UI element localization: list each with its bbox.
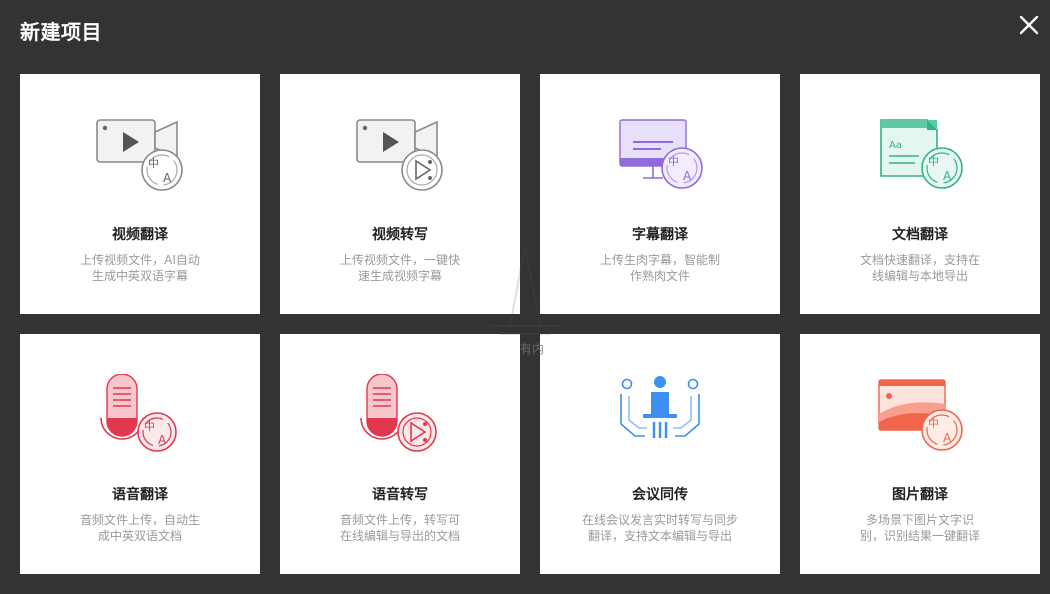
card-video-transcribe[interactable]: 视频转写 上传视频文件，一键快 速生成视频字幕 [280,74,520,314]
card-description: 在线会议发言实时转写与同步 翻译，支持文本编辑与导出 [570,512,750,544]
close-icon[interactable] [1016,12,1042,38]
card-title: 视频转写 [372,227,428,243]
svg-text:A: A [158,433,167,447]
card-title: 会议同传 [632,487,688,503]
desc-line-1: 多场景下图片文字识 [865,513,974,527]
desc-line-1: 音频文件上传，自动生 [79,513,200,527]
card-description: 音频文件上传，自动生 成中英双语文档 [70,512,210,544]
meeting-interpret-icon [620,376,700,438]
image-translate-icon: 中 A [878,379,963,451]
desc-line-2: 线编辑与本地导出 [871,269,968,283]
card-audio-translate[interactable]: 中 A 语音翻译 音频文件上传，自动生 成中英双语文档 [20,334,260,574]
video-transcribe-icon [356,119,443,191]
svg-text:中: 中 [928,417,939,430]
dialog-title: 新建项目 [20,20,102,44]
desc-line-1: 在线会议发言实时转写与同步 [581,513,738,527]
card-description: 音频文件上传，转写可 在线编辑与导出的文档 [330,512,470,544]
desc-line-1: 上传视频文件，AI自动 [80,253,200,267]
project-type-grid: 中 A 视频翻译 上传视频文件，AI自动 生成中英双语字幕 视频转写 上传视频文… [20,74,1040,574]
desc-line-2: 生成中英双语字幕 [91,269,188,283]
card-description: 上传视频文件，一键快 速生成视频字幕 [330,252,470,284]
card-image-translate[interactable]: 中 A 图片翻译 多场景下图片文字识 别，识别结果一键翻译 [800,334,1040,574]
card-description: 上传视频文件，AI自动 生成中英双语字幕 [70,252,210,284]
card-title: 语音转写 [372,487,428,503]
svg-text:中: 中 [144,420,155,433]
new-project-dialog: 新建项目 中 A 视频翻译 上传视频文件，AI自动 生成中英双语字幕 视频转写 … [0,0,1050,594]
desc-line-2: 速生成视频字幕 [357,269,442,283]
desc-line-1: 上传视频文件，一键快 [339,253,460,267]
desc-line-1: 上传生肉字幕，智能制 [599,253,720,267]
card-title: 文档翻译 [892,227,948,243]
card-video-translate[interactable]: 中 A 视频翻译 上传视频文件，AI自动 生成中英双语字幕 [20,74,260,314]
svg-text:A: A [943,169,952,183]
audio-translate-icon: 中 A [100,374,177,452]
desc-line-2: 翻译，支持文本编辑与导出 [587,529,732,543]
svg-text:A: A [163,171,172,185]
card-audio-transcribe[interactable]: 语音转写 音频文件上传，转写可 在线编辑与导出的文档 [280,334,520,574]
card-title: 语音翻译 [112,487,168,503]
desc-line-2: 作熟肉文件 [629,269,690,283]
svg-text:A: A [683,169,692,183]
desc-line-2: 成中英双语文档 [97,529,182,543]
svg-text:中: 中 [928,155,939,168]
subtitle-translate-icon: 中 A [619,119,703,189]
card-subtitle-translate[interactable]: 中 A 字幕翻译 上传生肉字幕，智能制 作熟肉文件 [540,74,780,314]
card-document-translate[interactable]: Aa 中 A 文档翻译 文档快速翻译，支持在 线编辑与本地导出 [800,74,1040,314]
card-description: 文档快速翻译，支持在 线编辑与本地导出 [850,252,990,284]
svg-text:Aa: Aa [889,140,902,151]
audio-transcribe-icon [360,374,437,452]
desc-line-1: 音频文件上传，转写可 [339,513,460,527]
document-translate-icon: Aa 中 A [880,119,963,189]
desc-line-1: 文档快速翻译，支持在 [859,253,980,267]
card-title: 视频翻译 [112,227,168,243]
svg-text:A: A [943,431,952,445]
card-description: 上传生肉字幕，智能制 作熟肉文件 [590,252,730,284]
card-meeting-interpret[interactable]: 会议同传 在线会议发言实时转写与同步 翻译，支持文本编辑与导出 [540,334,780,574]
card-title: 图片翻译 [892,487,948,503]
video-translate-icon: 中 A [96,119,183,191]
svg-text:中: 中 [668,155,679,168]
card-description: 多场景下图片文字识 别，识别结果一键翻译 [850,512,990,544]
svg-text:中: 中 [148,157,159,170]
desc-line-2: 别，识别结果一键翻译 [859,529,980,543]
desc-line-2: 在线编辑与导出的文档 [339,529,460,543]
card-title: 字幕翻译 [632,227,688,243]
